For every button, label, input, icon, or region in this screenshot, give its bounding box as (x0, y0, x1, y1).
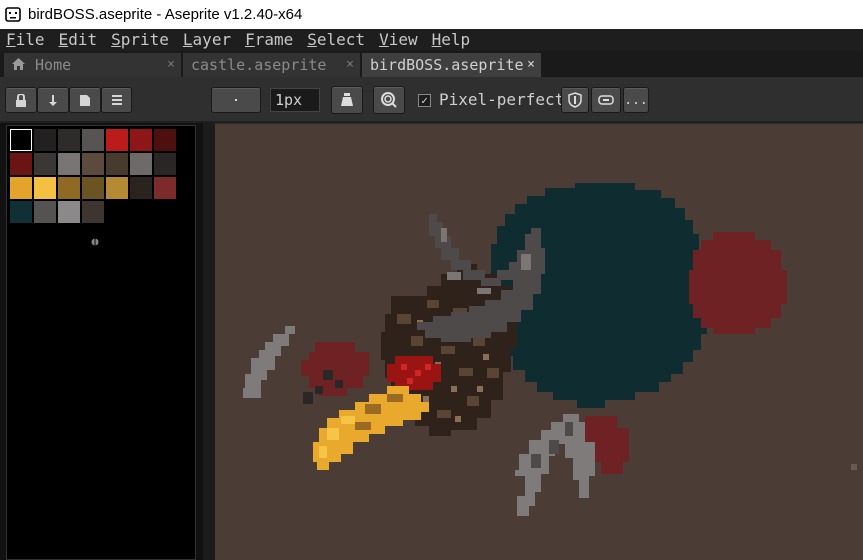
menu-item-view[interactable]: View (373, 29, 426, 51)
palette-swatch[interactable] (82, 201, 104, 223)
palette-swatch[interactable] (34, 129, 56, 151)
brush-dot-icon (235, 99, 237, 101)
palette-swatch[interactable] (154, 153, 176, 175)
pixel-perfect-checkbox[interactable]: ✓ (418, 94, 431, 107)
more-options-button[interactable]: ... (623, 87, 649, 113)
palette-swatch[interactable] (82, 177, 104, 199)
palette-swatch[interactable] (10, 177, 32, 199)
menu-item-layer[interactable]: Layer (177, 29, 239, 51)
menu-label-rest: rame (254, 30, 294, 49)
page-icon (80, 94, 90, 106)
menu-item-sprite[interactable]: Sprite (105, 29, 177, 51)
menu-mnemonic: V (379, 30, 389, 49)
shield-icon (568, 92, 582, 108)
palette-swatch[interactable] (58, 153, 80, 175)
palette-swatch[interactable] (106, 153, 128, 175)
menu-item-select[interactable]: Select (301, 29, 373, 51)
ink-button[interactable] (331, 86, 363, 114)
move-down-button[interactable] (37, 87, 69, 113)
menu-label-rest: iew (388, 30, 418, 49)
sprite-artwork (243, 183, 857, 516)
tab-home[interactable]: Home × (4, 53, 182, 77)
menu-mnemonic: S (307, 30, 317, 49)
palette-swatch[interactable] (34, 153, 56, 175)
tab-castle[interactable]: castle.aseprite × (183, 53, 361, 77)
window-title: birdBOSS.aseprite - Aseprite v1.2.40-x64 (28, 6, 303, 23)
lock-button[interactable] (5, 87, 37, 113)
palette-swatch[interactable] (10, 153, 32, 175)
menu-label-rest: elect (316, 30, 366, 49)
link-button[interactable] (591, 87, 621, 113)
palette-swatch[interactable] (34, 201, 56, 223)
panel-splitter[interactable] (203, 123, 215, 560)
tab-birdboss[interactable]: birdBOSS.aseprite × (362, 53, 542, 77)
context-bar: 1px ✓ Pixel-perfect ... (0, 77, 863, 123)
lock-icon (16, 93, 26, 107)
palette-grid (6, 125, 196, 560)
palette-swatch[interactable] (82, 153, 104, 175)
close-icon[interactable]: × (527, 53, 535, 77)
brush-size-field[interactable]: 1px (270, 88, 320, 112)
ink-bottle-icon (341, 93, 353, 106)
pressure-button[interactable] (373, 86, 405, 114)
red-circle-shape (689, 232, 787, 334)
arrow-down-icon (49, 94, 57, 106)
menu-mnemonic: H (431, 30, 442, 49)
palette-swatch[interactable] (130, 129, 152, 151)
canvas-dot (851, 464, 857, 470)
palette-swatch[interactable] (10, 201, 32, 223)
menu-label-rest: ile (15, 30, 45, 49)
palette-swatch[interactable] (58, 177, 80, 199)
window-titlebar: birdBOSS.aseprite - Aseprite v1.2.40-x64 (0, 0, 863, 29)
palette-swatch[interactable] (130, 177, 152, 199)
palette-swatch[interactable] (58, 129, 80, 151)
aseprite-app-icon (5, 6, 21, 22)
sprite-canvas[interactable] (215, 124, 863, 560)
tab-label: birdBOSS.aseprite (370, 56, 524, 74)
menu-item-help[interactable]: Help (426, 29, 479, 51)
symmetry-button[interactable] (561, 87, 589, 113)
menu-label-rest: ayer (192, 30, 232, 49)
menu-label-rest: prite (120, 30, 169, 49)
palette-resize-icon[interactable] (89, 231, 101, 246)
menu-mnemonic: F (245, 30, 255, 49)
menu-mnemonic: S (111, 30, 121, 49)
tab-label: Home (35, 56, 72, 74)
left-claw-shape (243, 326, 295, 398)
brush-type-button[interactable] (211, 87, 261, 113)
page-button[interactable] (69, 87, 101, 113)
palette-panel (0, 123, 203, 560)
palette-swatch[interactable] (106, 177, 128, 199)
link-icon (598, 95, 614, 105)
home-icon (12, 53, 26, 77)
menu-item-file[interactable]: File (0, 29, 53, 51)
palette-swatch[interactable] (34, 177, 56, 199)
palette-swatch[interactable] (106, 129, 128, 151)
menu-label-rest: elp (441, 30, 471, 49)
bird-red-eye-shape (387, 356, 441, 390)
palette-swatch[interactable] (154, 129, 176, 151)
tab-label: castle.aseprite (191, 56, 327, 74)
list-icon (111, 95, 122, 105)
tab-bar: Home × castle.aseprite × birdBOSS.asepri… (0, 51, 863, 77)
menu-mnemonic: L (182, 30, 193, 49)
magnifier-icon (381, 92, 397, 108)
menu-bar: File Edit Sprite Layer Frame Select View Help (0, 29, 863, 51)
menu-item-edit[interactable]: Edit (53, 29, 106, 51)
close-icon[interactable]: × (167, 53, 175, 77)
menu-mnemonic: F (6, 30, 16, 49)
menu-item-frame[interactable]: Frame (239, 29, 301, 51)
palette-swatch[interactable] (82, 129, 104, 151)
palette-swatch[interactable] (10, 129, 32, 151)
palette-swatch[interactable] (58, 201, 80, 223)
menu-mnemonic: E (58, 30, 69, 49)
pixel-perfect-label: Pixel-perfect (439, 90, 565, 109)
palette-swatch[interactable] (154, 177, 176, 199)
palette-swatch[interactable] (130, 153, 152, 175)
menu-label-rest: dit (68, 30, 98, 49)
close-icon[interactable]: × (346, 53, 354, 77)
list-button[interactable] (101, 87, 132, 113)
